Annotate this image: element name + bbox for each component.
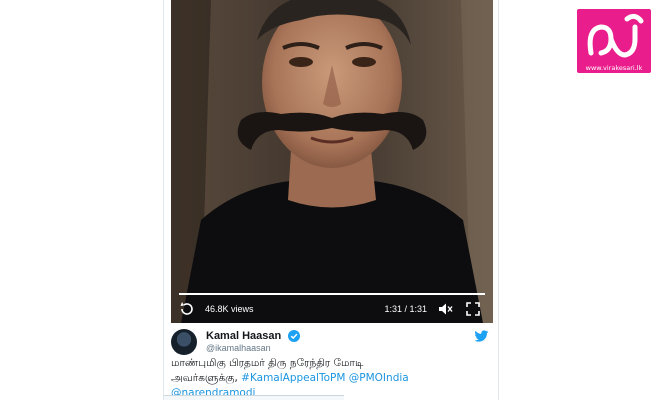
volume-icon[interactable] [437,301,453,317]
verified-icon [288,330,300,342]
tweet-line-2-text: அவர்களுக்கு, [171,372,242,384]
embedded-tweet-card: 46.8K views 1:31 / 1:31 Kamal Haasan @ik… [163,0,499,400]
tweet-header: Kamal Haasan @ikamalhaasan [171,328,491,356]
view-count: 46.8K views [205,304,254,314]
video-player[interactable]: 46.8K views 1:31 / 1:31 [171,0,493,323]
video-time: 1:31 / 1:31 [384,304,427,314]
tweet-line-2: அவர்களுக்கு, #KamalAppealToPM @PMOIndia [171,371,491,386]
video-progress-bar[interactable] [179,293,485,295]
twitter-bird-icon[interactable] [475,330,489,342]
video-controls: 46.8K views 1:31 / 1:31 [171,289,493,323]
virakesari-logo: www.virakesari.lk [577,9,651,73]
replay-icon[interactable] [179,301,195,317]
logo-url: www.virakesari.lk [585,64,643,72]
tweet-footer-strip [164,395,344,400]
tweet-line-1: மாண்புமிகு பிரதமர் திரு நரேந்திர மோடி [171,357,364,369]
avatar[interactable] [171,329,197,355]
author-handle[interactable]: @ikamalhaasan [206,343,271,353]
hashtag-link[interactable]: #KamalAppealToPM [241,372,345,384]
video-progress-fill [179,293,485,295]
mention-link-pmoindia[interactable]: @PMOIndia [349,372,409,384]
author-name[interactable]: Kamal Haasan [206,330,281,342]
tweet-text: மாண்புமிகு பிரதமர் திரு நரேந்திர மோடி அவ… [171,356,491,400]
video-frame [171,0,493,323]
fullscreen-icon[interactable] [465,301,481,317]
